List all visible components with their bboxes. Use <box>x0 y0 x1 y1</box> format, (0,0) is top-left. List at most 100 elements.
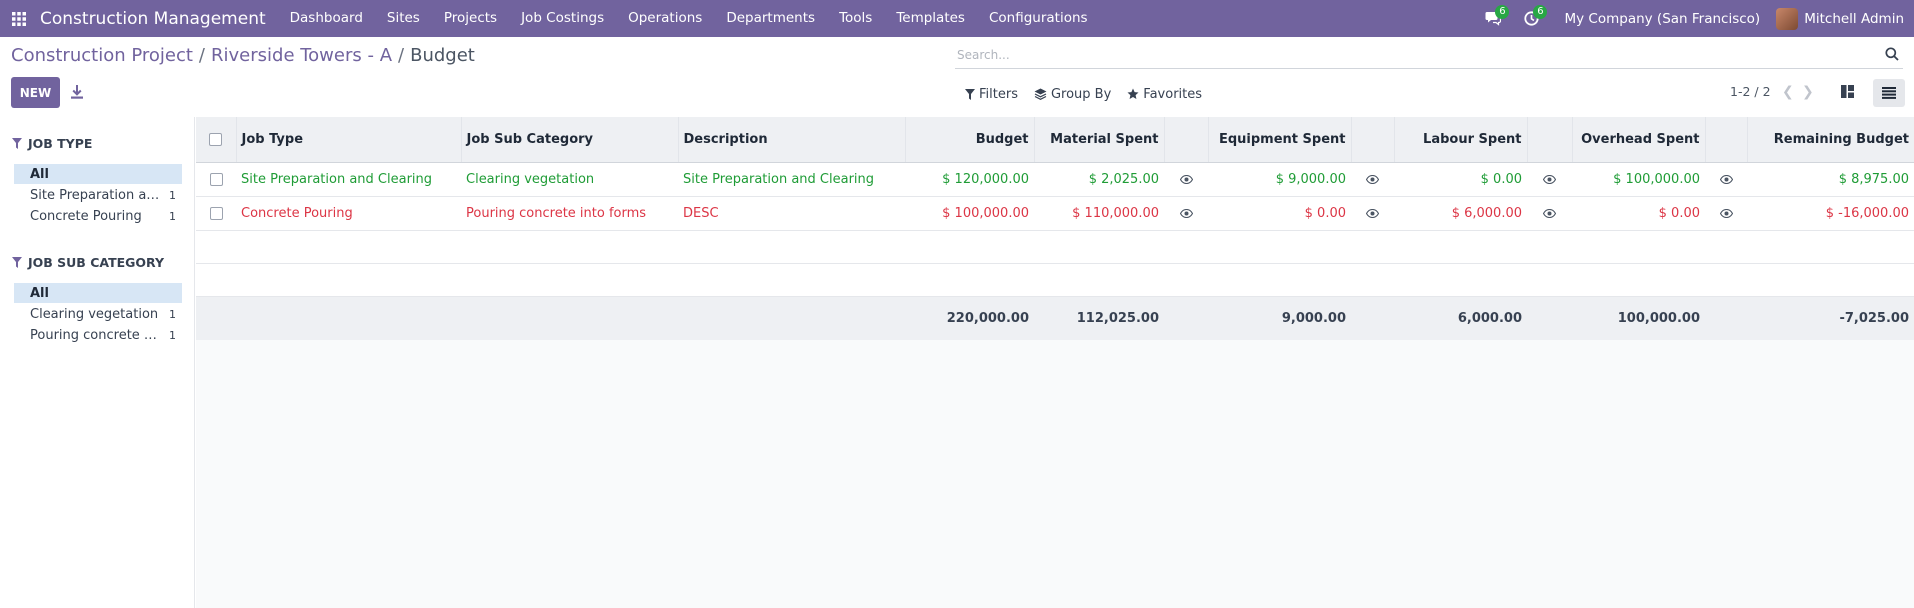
column-header-equipment-spent[interactable]: Equipment Spent <box>1208 117 1352 163</box>
eye-icon <box>1366 174 1379 184</box>
cell-material-spent: $ 2,025.00 <box>1034 162 1164 197</box>
activities-button[interactable]: 6 <box>1512 0 1550 37</box>
cell-description: DESC <box>678 196 905 231</box>
filter-label: All <box>30 166 49 182</box>
menu-job-costings[interactable]: Job Costings <box>509 0 616 37</box>
user-avatar[interactable] <box>1776 7 1799 30</box>
cell-job-type: Site Preparation and Clearing <box>236 162 461 197</box>
job-sub-category-filter-all[interactable]: All <box>14 283 182 303</box>
job-sub-category-section-header: JOB SUB CATEGORY <box>12 255 164 270</box>
menu-templates[interactable]: Templates <box>884 0 977 37</box>
favorites-label: Favorites <box>1143 86 1203 102</box>
filters-button[interactable]: Filters <box>965 87 1018 102</box>
job-type-filter-site-preparation[interactable]: Site Preparation and Clearing 1 <box>14 185 182 205</box>
pager-next-icon[interactable]: ❯ <box>1802 84 1814 100</box>
breadcrumb-separator: / <box>398 45 405 66</box>
menu-tools[interactable]: Tools <box>827 0 884 37</box>
search-panel: JOB TYPE All Site Preparation and Cleari… <box>0 117 195 608</box>
eye-icon <box>1179 208 1193 218</box>
eye-icon <box>1543 208 1556 218</box>
table-row[interactable]: Concrete Pouring Pouring concrete into f… <box>196 196 1914 231</box>
view-overhead-button[interactable] <box>1705 162 1747 197</box>
total-overhead-spent: 100,000.00 <box>1572 296 1705 340</box>
new-button[interactable]: NEW <box>11 77 60 108</box>
filter-label: Pouring concrete into forms <box>30 327 160 343</box>
menu-departments[interactable]: Departments <box>714 0 827 37</box>
total-blank <box>1164 296 1208 340</box>
job-type-section-header: JOB TYPE <box>12 136 92 151</box>
view-labour-button[interactable] <box>1527 196 1572 231</box>
breadcrumb-item-site[interactable]: Riverside Towers - A <box>211 45 392 66</box>
view-equipment-button[interactable] <box>1351 196 1394 231</box>
job-sub-category-filter-pouring-concrete[interactable]: Pouring concrete into forms 1 <box>14 325 182 345</box>
empty-row <box>196 263 1914 297</box>
filter-count: 1 <box>169 188 176 202</box>
eye-icon <box>1543 174 1556 184</box>
list-view-button[interactable] <box>1873 79 1905 107</box>
column-header-labour-spent[interactable]: Labour Spent <box>1394 117 1528 163</box>
select-all-checkbox[interactable] <box>196 117 237 163</box>
job-type-filter-concrete-pouring[interactable]: Concrete Pouring 1 <box>14 206 182 226</box>
view-equipment-button[interactable] <box>1351 162 1394 197</box>
search-bar <box>955 41 1903 69</box>
download-icon[interactable] <box>70 84 84 100</box>
column-header-description[interactable]: Description <box>678 117 906 163</box>
filter-count: 1 <box>169 328 176 342</box>
cell-material-spent: $ 110,000.00 <box>1034 196 1164 231</box>
user-menu[interactable]: Mitchell Admin <box>1804 11 1904 27</box>
apps-grid-icon[interactable] <box>0 0 38 37</box>
job-sub-category-section-title: JOB SUB CATEGORY <box>28 255 165 270</box>
list-view: Job Type Job Sub Category Description Bu… <box>196 117 1914 608</box>
column-header-remaining-budget[interactable]: Remaining Budget <box>1747 117 1914 163</box>
total-equipment-spent: 9,000.00 <box>1208 296 1351 340</box>
company-switcher[interactable]: My Company (San Francisco) <box>1564 11 1760 27</box>
job-type-section-title: JOB TYPE <box>28 136 93 151</box>
group-by-button[interactable]: Group By <box>1034 87 1111 102</box>
top-navbar: Construction Management Dashboard Sites … <box>0 0 1914 37</box>
cell-labour-spent: $ 0.00 <box>1394 162 1527 197</box>
view-material-button[interactable] <box>1164 196 1208 231</box>
table-row[interactable]: Site Preparation and Clearing Clearing v… <box>196 162 1914 197</box>
kanban-view-icon[interactable] <box>1841 85 1854 98</box>
column-header-job-sub-category[interactable]: Job Sub Category <box>461 117 679 163</box>
eye-icon <box>1719 208 1733 218</box>
menu-projects[interactable]: Projects <box>432 0 509 37</box>
app-brand[interactable]: Construction Management <box>40 9 266 29</box>
column-header-budget[interactable]: Budget <box>905 117 1035 163</box>
row-checkbox[interactable] <box>196 196 236 231</box>
filter-count: 1 <box>169 307 176 321</box>
job-type-filter-all[interactable]: All <box>14 164 182 184</box>
favorites-button[interactable]: Favorites <box>1127 87 1202 102</box>
pager-value[interactable]: 1-2 / 2 <box>1730 84 1771 99</box>
cell-job-sub-category: Clearing vegetation <box>461 162 678 197</box>
cell-remaining-budget: $ 8,975.00 <box>1747 162 1914 197</box>
search-input[interactable] <box>957 45 1857 65</box>
messages-button[interactable]: 6 <box>1474 0 1512 37</box>
filter-icon <box>12 257 22 268</box>
column-header-overhead-spent[interactable]: Overhead Spent <box>1572 117 1706 163</box>
pager-previous-icon[interactable]: ❮ <box>1782 84 1794 100</box>
filter-label: Site Preparation and Clearing <box>30 187 160 203</box>
cell-job-type: Concrete Pouring <box>236 196 461 231</box>
menu-operations[interactable]: Operations <box>616 0 714 37</box>
total-remaining-budget: -7,025.00 <box>1747 296 1914 340</box>
menu-configurations[interactable]: Configurations <box>977 0 1100 37</box>
search-icon[interactable] <box>1885 47 1899 61</box>
breadcrumb-item-project[interactable]: Construction Project <box>11 45 193 66</box>
total-blank <box>1351 296 1394 340</box>
filter-label: Concrete Pouring <box>30 208 142 224</box>
menu-sites[interactable]: Sites <box>375 0 432 37</box>
view-overhead-button[interactable] <box>1705 196 1747 231</box>
total-blank <box>1705 296 1747 340</box>
total-material-spent: 112,025.00 <box>1034 296 1164 340</box>
cell-overhead-spent: $ 100,000.00 <box>1572 162 1705 197</box>
menu-dashboard[interactable]: Dashboard <box>278 0 375 37</box>
view-material-button[interactable] <box>1164 162 1208 197</box>
column-header-job-type[interactable]: Job Type <box>236 117 462 163</box>
messages-count-badge: 6 <box>1495 5 1510 19</box>
job-sub-category-filter-clearing-vegetation[interactable]: Clearing vegetation 1 <box>14 304 182 324</box>
filter-count: 1 <box>169 209 176 223</box>
row-checkbox[interactable] <box>196 162 236 197</box>
view-labour-button[interactable] <box>1527 162 1572 197</box>
column-header-material-spent[interactable]: Material Spent <box>1034 117 1165 163</box>
